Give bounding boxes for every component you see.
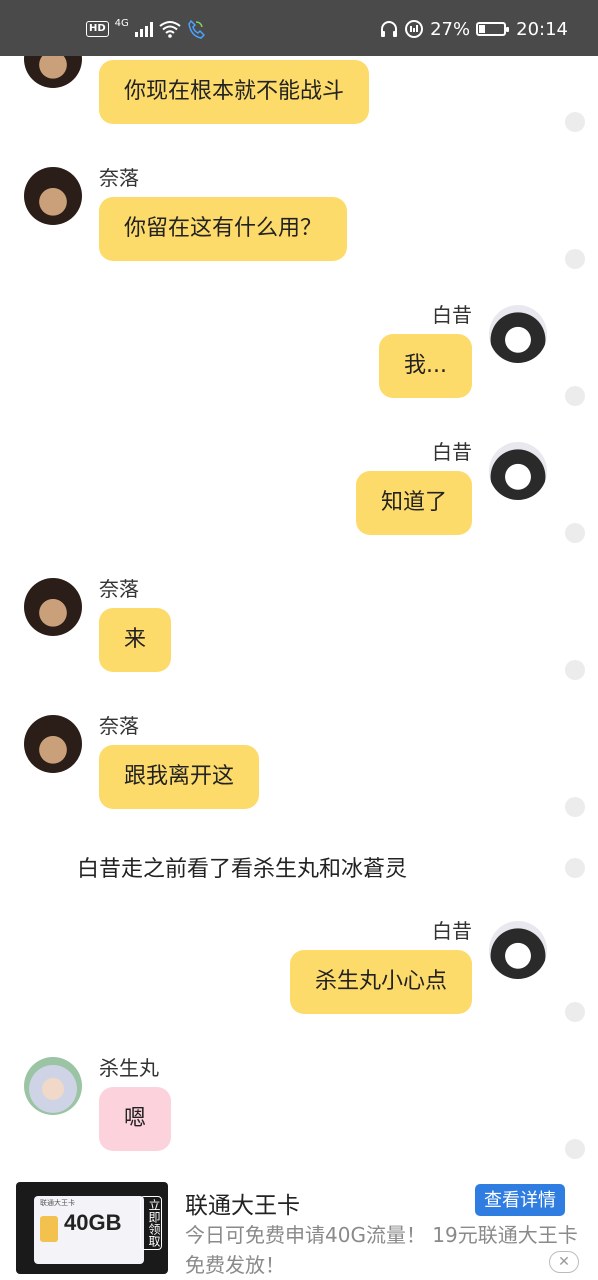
read-indicator xyxy=(565,797,585,817)
avatar-sesshomaru[interactable] xyxy=(24,1057,82,1115)
hd-icon: HD xyxy=(86,21,109,37)
ad-title[interactable]: 联通大王卡 xyxy=(185,1186,300,1220)
network-type: 4G xyxy=(114,18,129,29)
battery-icon xyxy=(476,22,510,36)
sender-name: 白昔 xyxy=(432,919,472,943)
message-bubble[interactable]: 杀生丸小心点 xyxy=(289,950,472,1014)
headphones-icon xyxy=(381,21,398,37)
ad-description[interactable]: 今日可免费申请40G流量！ 19元联通大王卡免费发放！ xyxy=(185,1220,585,1280)
clock: 20:14 xyxy=(516,18,568,40)
wifi-icon xyxy=(159,21,181,38)
message-bubble[interactable]: 来 xyxy=(99,608,172,672)
data-saver-icon xyxy=(405,20,424,38)
avatar-naraku[interactable] xyxy=(24,167,82,225)
ad-capacity: 40GB xyxy=(64,1210,122,1235)
message-bubble[interactable]: 你现在根本就不能战斗 xyxy=(99,60,370,124)
read-indicator xyxy=(565,660,585,680)
read-indicator xyxy=(565,1139,585,1159)
ad-banner[interactable]: 联通大王卡 40GB 立即领取 联通大王卡 查看详情 今日可免费申请40G流量！… xyxy=(0,1164,598,1280)
message-bubble[interactable]: 你留在这有什么用？ xyxy=(99,197,348,261)
status-right: 27% 20:14 xyxy=(380,18,568,40)
signal-icon xyxy=(134,21,153,37)
sim-card-graphic: 联通大王卡 40GB xyxy=(34,1196,144,1264)
sender-name: 奈落 xyxy=(99,577,139,601)
read-indicator xyxy=(565,523,585,543)
sender-name: 白昔 xyxy=(432,440,472,464)
ad-card-title: 联通大王卡 xyxy=(40,1199,75,1207)
sender-name: 奈落 xyxy=(99,166,139,190)
sender-name: 奈落 xyxy=(99,714,139,738)
avatar-naraku[interactable] xyxy=(24,578,82,636)
sender-name: 白昔 xyxy=(432,303,472,327)
chat-area[interactable]: 你现在根本就不能战斗 奈落 你留在这有什么用？ 白昔 我... 白昔 知道了 奈… xyxy=(0,56,598,1164)
status-left: HD 4G xyxy=(86,18,205,40)
avatar-naraku[interactable] xyxy=(24,715,82,773)
call-icon xyxy=(188,19,205,39)
battery-percent: 27% xyxy=(430,18,471,40)
narration-text: 白昔走之前看了看杀生丸和冰蒼灵 xyxy=(77,857,408,882)
avatar-baixi[interactable] xyxy=(489,921,547,979)
ad-image[interactable]: 联通大王卡 40GB 立即领取 xyxy=(16,1182,168,1274)
avatar-naraku[interactable] xyxy=(24,56,82,88)
status-bar: HD 4G 27% 20:14 xyxy=(0,0,598,56)
read-indicator xyxy=(565,249,585,269)
avatar-baixi[interactable] xyxy=(489,305,547,363)
read-indicator xyxy=(565,386,585,406)
close-icon[interactable]: ✕ xyxy=(549,1251,579,1273)
read-indicator xyxy=(565,1002,585,1022)
sim-chip-icon xyxy=(40,1216,58,1242)
message-bubble[interactable]: 嗯 xyxy=(99,1087,172,1151)
view-details-button[interactable]: 查看详情 xyxy=(475,1184,565,1216)
message-bubble[interactable]: 知道了 xyxy=(355,471,472,535)
sender-name: 杀生丸 xyxy=(99,1056,159,1080)
message-bubble[interactable]: 我... xyxy=(379,334,472,398)
read-indicator xyxy=(565,112,585,132)
ad-claim-label: 立即领取 xyxy=(140,1196,162,1250)
read-indicator xyxy=(565,858,585,878)
avatar-baixi[interactable] xyxy=(489,442,547,500)
message-bubble[interactable]: 跟我离开这 xyxy=(99,745,260,809)
